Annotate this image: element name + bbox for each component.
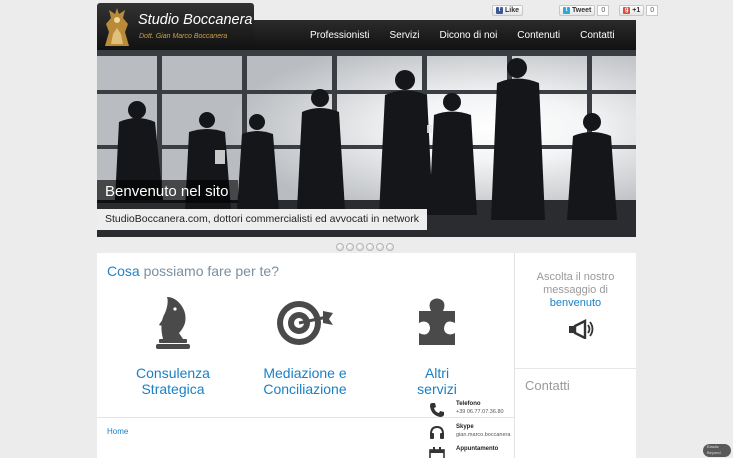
twitter-icon: t xyxy=(563,7,571,14)
service-label-line2: Conciliazione xyxy=(263,381,347,397)
calendar-icon xyxy=(429,447,445,458)
chess-knight-icon xyxy=(156,297,190,349)
slider-dot[interactable] xyxy=(336,243,344,251)
slider-pagination xyxy=(336,243,394,251)
contacts-title: Contatti xyxy=(525,378,570,393)
section-title: Cosa possiamo fare per te? xyxy=(107,263,279,279)
logo-subtitle: Dott. Gian Marco Boccanera xyxy=(139,33,228,40)
crest-icon xyxy=(105,8,129,46)
headset-icon xyxy=(430,425,444,439)
target-dart-icon xyxy=(277,301,333,345)
gplus-count: 0 xyxy=(646,5,659,16)
social-bar: f Like t Tweet 0 g +1 0 xyxy=(492,5,659,16)
nav-contenuti[interactable]: Contenuti xyxy=(507,30,570,41)
service-label-line2: servizi xyxy=(417,381,457,397)
gplus-icon: g xyxy=(623,7,631,14)
welcome-message-link[interactable]: Ascolta il nostro messaggio di benvenuto xyxy=(515,271,636,310)
elastic-beyond-badge[interactable]: Elastic Beyond xyxy=(703,444,731,457)
breadcrumb-home[interactable]: Home xyxy=(107,427,128,436)
tweet-button[interactable]: t Tweet xyxy=(559,5,596,16)
nav-servizi[interactable]: Servizi xyxy=(379,30,429,41)
twitter-widget: t Tweet 0 xyxy=(559,5,610,16)
slider-dot[interactable] xyxy=(356,243,364,251)
megaphone-icon[interactable] xyxy=(567,319,595,339)
gplus-widget: g +1 0 xyxy=(619,5,659,16)
facebook-like-button[interactable]: f Like xyxy=(492,5,524,16)
logo-title: Studio Boccanera xyxy=(138,12,253,28)
contact-phone[interactable]: Telefono +39 06.77.07.36.80 xyxy=(428,401,504,419)
service-label-line1: Altri xyxy=(424,365,450,381)
slider-dot[interactable] xyxy=(346,243,354,251)
phone-icon xyxy=(430,403,444,417)
puzzle-piece-icon xyxy=(419,298,455,345)
nav-professionisti[interactable]: Professionisti xyxy=(300,30,379,41)
service-label-line2: Strategica xyxy=(141,381,205,397)
content-area: Cosa possiamo fare per te? Consulenza St… xyxy=(97,253,636,458)
service-consulenza[interactable]: Consulenza Strategica xyxy=(111,293,235,397)
service-mediazione[interactable]: Mediazione e Conciliazione xyxy=(243,293,367,397)
hero-slider[interactable]: Benvenuto nel sito StudioBoccanera.com, … xyxy=(97,50,636,237)
nav-dicono-di-noi[interactable]: Dicono di noi xyxy=(429,30,507,41)
tweet-count: 0 xyxy=(597,5,610,16)
main-nav: Professionisti Servizi Dicono di noi Con… xyxy=(300,20,625,50)
slider-dot[interactable] xyxy=(366,243,374,251)
hero-caption-title: Benvenuto nel sito xyxy=(97,180,239,203)
nav-contatti[interactable]: Contatti xyxy=(570,30,624,41)
contact-appointment[interactable]: Appuntamento xyxy=(428,446,498,458)
service-altri[interactable]: Altri servizi xyxy=(375,293,499,397)
service-label-line1: Consulenza xyxy=(136,365,210,381)
slider-dot[interactable] xyxy=(386,243,394,251)
service-label-line1: Mediazione e xyxy=(263,365,347,381)
site-logo[interactable]: Studio Boccanera Dott. Gian Marco Boccan… xyxy=(97,3,254,50)
contact-skype[interactable]: Skype gian.marco.boccanera xyxy=(428,424,510,442)
divider xyxy=(515,368,636,369)
facebook-icon: f xyxy=(496,7,503,14)
slider-dot[interactable] xyxy=(376,243,384,251)
gplus-button[interactable]: g +1 xyxy=(619,5,645,16)
hero-caption-text: StudioBoccanera.com, dottori commerciali… xyxy=(97,209,427,230)
